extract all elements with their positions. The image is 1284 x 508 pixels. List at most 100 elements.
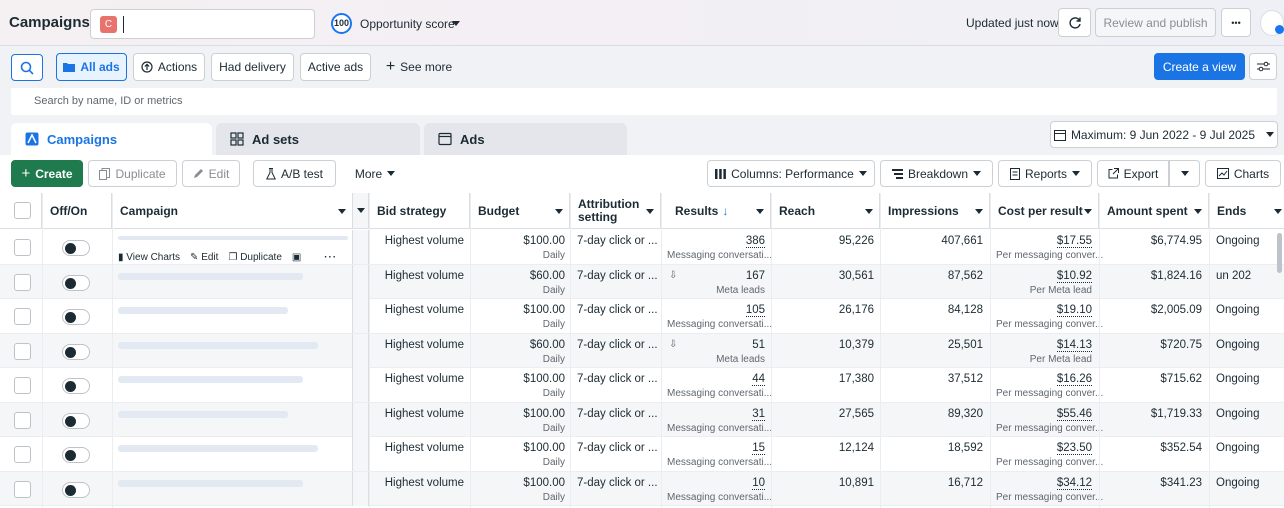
delivery-toggle[interactable] xyxy=(62,240,90,256)
create-view-button[interactable]: Create a view xyxy=(1154,53,1245,80)
breakdown-button[interactable]: Breakdown xyxy=(880,160,993,187)
campaign-name-redacted[interactable] xyxy=(118,341,318,349)
delivery-toggle[interactable] xyxy=(62,309,90,325)
export-options-button[interactable] xyxy=(1169,160,1200,187)
frozen-divider[interactable] xyxy=(353,193,369,229)
select-all-checkbox[interactable] xyxy=(14,202,31,219)
more-dots-icon[interactable]: ⋯ xyxy=(323,249,336,265)
chevron-down-icon[interactable] xyxy=(452,21,460,26)
cost-per-result-value[interactable]: $55.46 xyxy=(1056,407,1092,421)
campaign-name-cell[interactable] xyxy=(112,333,353,368)
table-row[interactable]: Highest volume $100.00 Daily 7-day click or… xyxy=(0,299,1284,334)
more-options-button[interactable]: ••• xyxy=(1221,8,1251,37)
results-value[interactable]: 51 xyxy=(752,339,765,351)
table-row[interactable]: Highest volume $100.00 Daily 7-day click or… xyxy=(0,437,1284,472)
row-checkbox[interactable] xyxy=(14,239,31,256)
columns-button[interactable]: Columns: Performance xyxy=(707,160,875,187)
campaign-name-redacted[interactable] xyxy=(118,272,303,280)
row-checkbox[interactable] xyxy=(14,377,31,394)
results-value[interactable]: 105 xyxy=(745,304,765,317)
campaign-name-redacted[interactable] xyxy=(118,410,288,418)
row-checkbox[interactable] xyxy=(14,411,31,429)
edit-button[interactable]: Edit xyxy=(182,160,240,187)
export-button[interactable]: Export xyxy=(1097,160,1169,187)
column-header-budget[interactable]: Budget xyxy=(470,193,570,229)
edit-link[interactable]: ✎ Edit xyxy=(190,252,218,263)
duplicate-link[interactable]: ❐ Duplicate xyxy=(228,252,281,263)
table-row[interactable]: Highest volume $100.00 Daily 7-day click or… xyxy=(0,471,1284,506)
delivery-toggle[interactable] xyxy=(62,447,90,463)
table-row[interactable]: Highest volume $100.00 Daily 7-day click or… xyxy=(0,368,1284,403)
more-button[interactable]: More xyxy=(345,160,405,187)
results-value[interactable]: 15 xyxy=(752,442,765,455)
campaign-name-redacted[interactable] xyxy=(118,479,303,487)
cost-per-result-value[interactable]: $34.12 xyxy=(1056,476,1092,490)
results-value[interactable]: 31 xyxy=(752,407,765,421)
column-header-impressions[interactable]: Impressions xyxy=(880,193,990,229)
charts-button[interactable]: Charts xyxy=(1205,160,1281,187)
table-row[interactable]: ▮ View Charts ✎ Edit ❐ Duplicate ▣ ⋯ Highest … xyxy=(0,230,1284,265)
row-checkbox[interactable] xyxy=(14,480,31,498)
delivery-toggle[interactable] xyxy=(62,378,90,394)
column-header-reach[interactable]: Reach xyxy=(771,193,880,229)
results-value[interactable]: 167 xyxy=(746,270,765,282)
delivery-toggle[interactable] xyxy=(62,343,90,360)
see-more-button[interactable]: + See more xyxy=(380,53,458,81)
ab-test-button[interactable]: A/B test xyxy=(253,160,336,187)
tab-ad-sets[interactable]: Ad sets xyxy=(216,123,420,155)
table-row[interactable]: Highest volume $100.00 Daily 7-day click or… xyxy=(0,402,1284,437)
cost-per-result-value[interactable]: $17.55 xyxy=(1056,235,1092,248)
campaign-name-redacted[interactable] xyxy=(118,236,348,240)
campaign-name-cell[interactable] xyxy=(112,264,353,299)
active-ads-filter[interactable]: Active ads xyxy=(300,53,371,81)
cost-per-result-value[interactable]: $19.10 xyxy=(1056,304,1092,317)
had-delivery-filter[interactable]: Had delivery xyxy=(211,53,294,81)
column-header-amount-spent[interactable]: Amount spent xyxy=(1099,193,1209,229)
delivery-toggle[interactable] xyxy=(62,481,90,498)
row-checkbox[interactable] xyxy=(14,308,31,325)
results-value[interactable]: 10 xyxy=(752,476,765,490)
row-checkbox[interactable] xyxy=(14,342,31,360)
campaign-name-cell[interactable] xyxy=(112,437,353,471)
tab-ads[interactable]: Ads xyxy=(424,123,627,155)
opportunity-score-label[interactable]: Opportunity score xyxy=(360,17,455,31)
opportunity-score-ring[interactable]: 100 xyxy=(331,13,352,34)
column-header-bid-strategy[interactable]: Bid strategy xyxy=(369,193,470,229)
campaign-name-cell[interactable] xyxy=(112,471,353,506)
row-checkbox[interactable] xyxy=(14,446,31,463)
column-header-ends[interactable]: Ends xyxy=(1209,193,1284,229)
pin-icon[interactable]: ▣ xyxy=(292,252,301,263)
campaign-name-redacted[interactable] xyxy=(118,376,303,383)
refresh-button[interactable] xyxy=(1058,8,1091,37)
vertical-scrollbar[interactable] xyxy=(1277,233,1282,273)
search-input[interactable]: Search by name, ID or metrics xyxy=(34,95,183,107)
avatar[interactable] xyxy=(1260,10,1284,36)
search-bar[interactable]: Search by name, ID or metrics xyxy=(11,88,1277,115)
search-button[interactable] xyxy=(11,54,43,81)
delivery-toggle[interactable] xyxy=(62,412,90,429)
column-header-attribution[interactable]: Attribution setting xyxy=(570,193,661,229)
duplicate-button[interactable]: Duplicate xyxy=(88,160,177,187)
date-range-picker[interactable]: Maximum: 9 Jun 2022 - 9 Jul 2025 xyxy=(1050,121,1278,148)
column-header-off-on[interactable]: Off/On xyxy=(42,193,112,229)
column-header-results[interactable]: Results ↓ xyxy=(661,193,771,229)
campaign-name-cell[interactable] xyxy=(112,368,353,402)
column-header-campaign[interactable]: Campaign xyxy=(112,193,353,229)
table-row[interactable]: Highest volume $60.00 Daily 7-day click or … xyxy=(0,333,1284,368)
cost-per-result-value[interactable]: $10.92 xyxy=(1056,269,1092,283)
view-settings-button[interactable] xyxy=(1249,53,1277,80)
row-checkbox[interactable] xyxy=(14,273,31,291)
results-value[interactable]: 386 xyxy=(745,235,765,248)
delivery-toggle[interactable] xyxy=(62,274,90,291)
campaign-name-cell[interactable]: ▮ View Charts ✎ Edit ❐ Duplicate ▣ ⋯ xyxy=(112,230,353,264)
results-value[interactable]: 44 xyxy=(752,373,765,386)
chevron-down-icon[interactable] xyxy=(338,209,346,214)
campaign-name-cell[interactable] xyxy=(112,402,353,437)
reports-button[interactable]: Reports xyxy=(998,160,1092,187)
column-header-cost-per-result[interactable]: Cost per result xyxy=(990,193,1099,229)
campaign-name-cell[interactable] xyxy=(112,299,353,333)
review-publish-button[interactable]: Review and publish xyxy=(1095,8,1216,37)
all-ads-filter[interactable]: All ads xyxy=(56,53,127,81)
tab-campaigns[interactable]: Campaigns xyxy=(11,123,212,155)
table-row[interactable]: Highest volume $60.00 Daily 7-day click or … xyxy=(0,264,1284,299)
